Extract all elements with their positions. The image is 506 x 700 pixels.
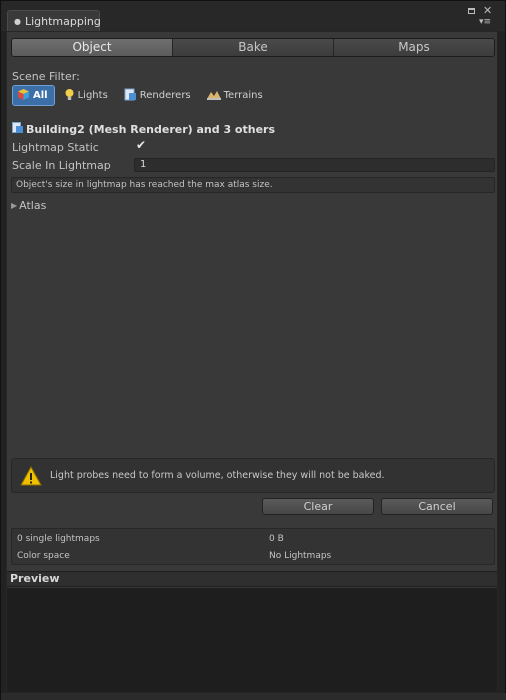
window-tab-lightmapping[interactable]: ● Lightmapping [7, 10, 101, 31]
scene-filter-label: Scene Filter: [12, 70, 80, 83]
lightmap-static-label: Lightmap Static [12, 141, 99, 154]
atlas-foldout[interactable]: ▶ Atlas [11, 199, 46, 212]
bottom-strip [1, 693, 506, 700]
filter-terrains-button[interactable]: Terrains [202, 85, 270, 106]
lightbulb-icon [64, 88, 75, 104]
mesh-renderer-icon [12, 122, 24, 137]
clear-button[interactable]: Clear [262, 498, 374, 515]
pin-icon: ● [14, 16, 21, 26]
selection-title: Building2 (Mesh Renderer) and 3 others [12, 122, 275, 137]
filter-renderers-label: Renderers [139, 90, 191, 101]
color-space-label: Color space [17, 551, 70, 561]
preview-header[interactable]: Preview [7, 571, 497, 587]
close-icon[interactable]: ✕ [483, 4, 492, 17]
window-tab-label: Lightmapping [24, 14, 101, 28]
warning-text: Light probes need to form a volume, othe… [50, 470, 385, 481]
lightmapping-window: ● Lightmapping ✕ ▾≡ Object Bake Maps Sce… [0, 0, 506, 700]
tab-object[interactable]: Object [12, 39, 173, 56]
filter-terrains-label: Terrains [223, 90, 263, 101]
cube-icon [17, 88, 30, 104]
lightmap-static-checkbox[interactable]: ✔ [136, 139, 148, 152]
filter-lights-button[interactable]: Lights [59, 85, 115, 106]
mode-tabs: Object Bake Maps [11, 38, 495, 57]
lightmap-stats: 0 single lightmaps 0 B Color space No Li… [11, 528, 495, 565]
window-tab-strip: ● Lightmapping ✕ ▾≡ [1, 1, 505, 31]
maximize-icon[interactable] [468, 8, 475, 14]
tab-bake[interactable]: Bake [173, 39, 334, 56]
atlas-label: Atlas [19, 199, 47, 212]
scene-filter-group: All Lights Renderers Terrains [12, 85, 274, 106]
filter-lights-label: Lights [77, 90, 108, 101]
tab-maps[interactable]: Maps [334, 39, 494, 56]
filter-all-button[interactable]: All [12, 85, 55, 106]
terrain-icon [206, 89, 221, 103]
lightmapping-panel: Object Bake Maps Scene Filter: All Light… [6, 31, 498, 693]
filter-all-label: All [33, 90, 48, 101]
color-space-value: No Lightmaps [269, 551, 332, 561]
lightmaps-count-label: 0 single lightmaps [17, 534, 100, 544]
filter-renderers-button[interactable]: Renderers [119, 85, 198, 106]
light-probe-warning: Light probes need to form a volume, othe… [11, 458, 495, 493]
preview-area [7, 588, 497, 692]
window-menu-icon[interactable]: ▾≡ [479, 17, 491, 27]
selection-title-text: Building2 (Mesh Renderer) and 3 others [26, 123, 276, 136]
scale-in-lightmap-label: Scale In Lightmap [12, 159, 111, 172]
lightmaps-size-value: 0 B [269, 534, 284, 544]
renderer-icon [124, 88, 137, 104]
cancel-button[interactable]: Cancel [381, 498, 493, 515]
scale-in-lightmap-field[interactable]: 1 [134, 158, 495, 172]
foldout-arrow-icon: ▶ [11, 201, 18, 210]
warning-icon [20, 465, 42, 486]
atlas-info-box: Object's size in lightmap has reached th… [11, 177, 495, 193]
